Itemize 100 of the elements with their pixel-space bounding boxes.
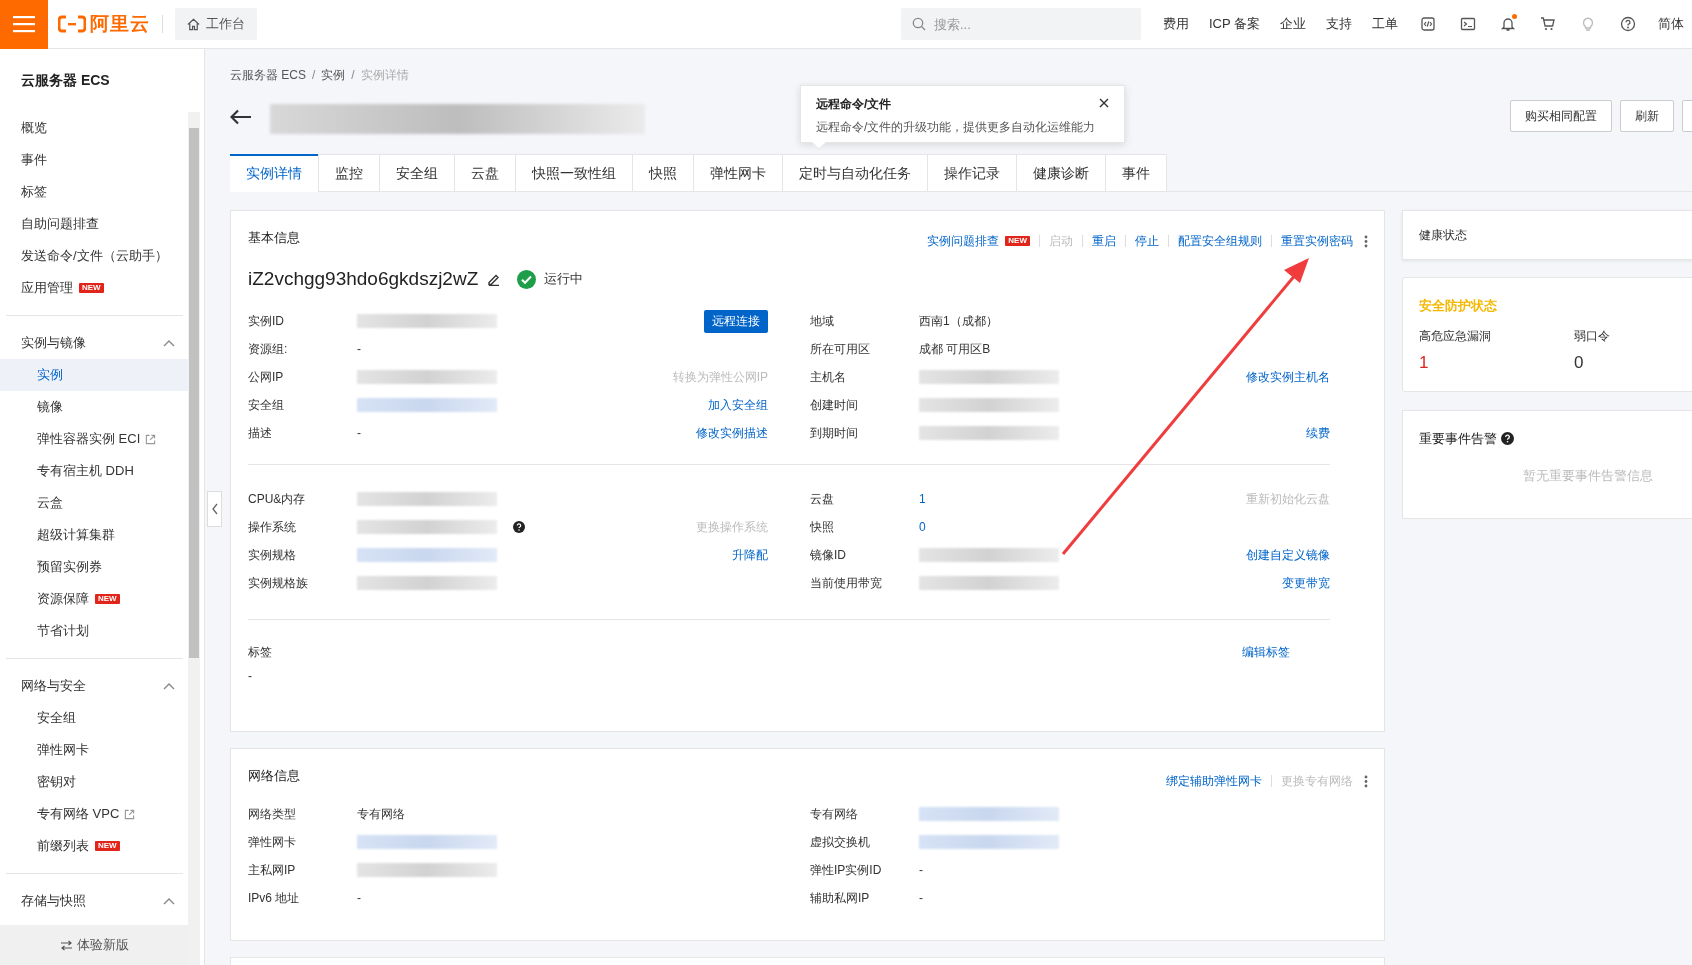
action-link[interactable]: 配置安全组规则 [1178, 232, 1262, 250]
sidebar-item[interactable]: 密钥对 [0, 766, 189, 798]
header-button[interactable]: 购买相同配置 [1510, 100, 1612, 132]
tab[interactable]: 实例详情 [230, 154, 319, 192]
field-label: 标签 [248, 644, 272, 661]
sidebar-item[interactable]: 事件 [0, 144, 189, 176]
field-link[interactable]: 0 [919, 518, 926, 536]
close-icon[interactable] [1099, 98, 1109, 108]
action-link[interactable]: 续费 [1306, 424, 1330, 442]
field-value: 成都 可用区B [919, 341, 991, 358]
field-link[interactable]: 1 [919, 490, 926, 508]
help-icon[interactable] [1618, 14, 1638, 34]
sidebar-item[interactable]: 安全组 [0, 702, 189, 734]
action-link[interactable]: 停止 [1135, 232, 1159, 250]
scrollbar[interactable] [188, 112, 200, 965]
field-value: 西南1（成都） [919, 313, 998, 330]
brand-name: 阿里云 [90, 11, 150, 36]
switch-version-button[interactable]: 体验新版 [0, 925, 189, 965]
code-icon[interactable] [1418, 14, 1438, 34]
home-icon [187, 17, 200, 31]
action-link[interactable]: 变更带宽 [1282, 574, 1330, 592]
sidebar-item[interactable]: 弹性网卡 [0, 734, 189, 766]
chevron-up-icon [163, 339, 175, 347]
help-icon[interactable] [513, 521, 525, 533]
tab[interactable]: 快照 [632, 154, 694, 192]
topbar-link[interactable]: 工单 [1372, 14, 1398, 34]
language-link[interactable]: 简体 [1658, 14, 1684, 34]
sidebar-item[interactable]: 应用管理 NEW [0, 272, 189, 304]
edit-icon[interactable] [487, 272, 502, 286]
sidebar-item-label: 实例 [37, 366, 63, 385]
sidebar-item[interactable]: 资源保障 NEW [0, 583, 189, 615]
more-icon[interactable] [1364, 234, 1368, 248]
sidebar-item[interactable]: 超级计算集群 [0, 519, 189, 551]
action-link[interactable]: 绑定辅助弹性网卡 [1166, 772, 1262, 790]
topbar-link[interactable]: ICP 备案 [1208, 14, 1260, 34]
action-link[interactable]: 升降配 [732, 546, 768, 564]
field-value: - [357, 425, 361, 442]
sidebar-item[interactable]: 弹性容器实例 ECI [0, 423, 189, 455]
action-link[interactable]: 修改实例描述 [696, 424, 768, 442]
sidebar-item-label: 弹性容器实例 ECI [37, 430, 141, 449]
sidebar-item-label: 节省计划 [37, 622, 89, 641]
topbar-link[interactable]: 费用 [1162, 14, 1189, 34]
sidebar-item-label: 镜像 [37, 398, 63, 417]
sidebar-item-label: 概览 [21, 119, 47, 138]
search-field[interactable]: 搜索... [900, 8, 1141, 40]
breadcrumb-link[interactable]: 实例 [321, 65, 346, 84]
workbench-button[interactable]: 工作台 [175, 8, 257, 40]
sidebar-item[interactable]: 预留实例券 [0, 551, 189, 583]
action-link[interactable]: 创建自定义镜像 [1246, 546, 1330, 564]
sidebar-item[interactable]: 概览 [0, 112, 189, 144]
action-link[interactable]: 编辑标签 [1242, 643, 1290, 657]
header-button[interactable]: 刷新 [1620, 100, 1674, 132]
action-link[interactable]: 重启 [1092, 232, 1116, 250]
tab[interactable]: 健康诊断 [1016, 154, 1106, 192]
action-link[interactable]: 重置实例密码 [1281, 232, 1353, 250]
field-label: 镜像ID [810, 547, 847, 564]
collapse-handle[interactable] [207, 491, 222, 527]
metric-label: 弱口令 [1574, 327, 1611, 345]
tab[interactable]: 定时与自动化任务 [782, 154, 928, 192]
sidebar-item[interactable]: 前缀列表 NEW [0, 830, 189, 862]
sidebar-item[interactable]: 专有宿主机 DDH [0, 455, 189, 487]
tab[interactable]: 快照一致性组 [515, 154, 633, 192]
sidebar-item[interactable]: 发送命令/文件（云助手） [0, 240, 189, 272]
tab[interactable]: 安全组 [379, 154, 455, 192]
sidebar-item-label: 专有宿主机 DDH [37, 462, 134, 481]
tab[interactable]: 监控 [318, 154, 380, 192]
sidebar-item[interactable]: 标签 [0, 176, 189, 208]
field-value: - [357, 341, 361, 358]
breadcrumb-link[interactable]: 云服务器 ECS [230, 65, 306, 84]
card-title: 网络信息 [248, 767, 300, 785]
sidebar-item-label: 安全组 [37, 709, 76, 728]
sidebar-group-title: 存储与快照 [21, 892, 86, 911]
field-label: 云盘 [810, 491, 835, 508]
new-badge: NEW [95, 594, 120, 604]
field-label: 网络类型 [248, 806, 297, 823]
sidebar-item[interactable]: 专有网络 VPC [0, 798, 189, 830]
field-label: 实例ID [248, 313, 285, 330]
running-status-icon [517, 269, 537, 289]
sidebar-item[interactable]: 自助问题排查 [0, 208, 189, 240]
tab[interactable]: 操作记录 [927, 154, 1017, 192]
remote-connect-button[interactable]: 远程连接 [704, 309, 768, 333]
sidebar-item[interactable]: 镜像 [0, 391, 189, 423]
sidebar-item[interactable]: 云盒 [0, 487, 189, 519]
field-label: 辅助私网IP [810, 890, 871, 907]
sidebar-item[interactable]: 节省计划 [0, 615, 189, 647]
action-link[interactable]: 实例问题排查 NEW [927, 232, 1030, 250]
help-icon[interactable] [1501, 432, 1514, 446]
action-link[interactable]: 修改实例主机名 [1246, 368, 1330, 386]
topbar-link[interactable]: 企业 [1280, 14, 1306, 34]
sidebar-item[interactable]: 实例 [0, 359, 189, 391]
tab[interactable]: 云盘 [454, 154, 516, 192]
tab[interactable]: 事件 [1105, 154, 1167, 192]
more-icon[interactable] [1364, 774, 1368, 788]
card-title: 重要事件告警 [1419, 430, 1497, 448]
back-arrow-icon[interactable] [230, 109, 252, 125]
menu-icon [13, 15, 35, 33]
action-link[interactable]: 加入安全组 [708, 396, 768, 414]
topbar-link[interactable]: 支持 [1326, 14, 1352, 34]
menu-button[interactable] [0, 0, 48, 49]
tab[interactable]: 弹性网卡 [693, 154, 783, 192]
